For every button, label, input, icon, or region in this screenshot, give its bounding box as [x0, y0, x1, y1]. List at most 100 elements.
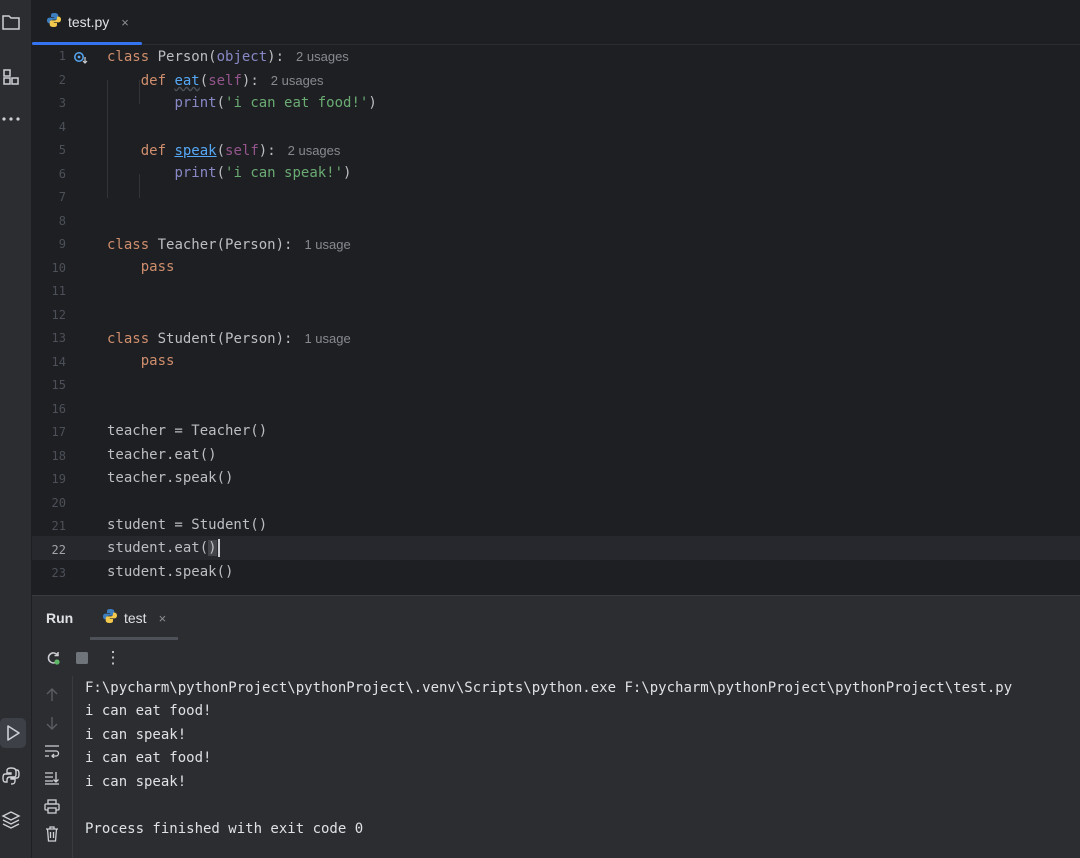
line-number: 8: [58, 214, 66, 228]
line-number: 4: [58, 120, 66, 134]
console-side-toolbar: [32, 676, 73, 858]
statement: student = Student(): [107, 517, 268, 533]
keyword: pass: [140, 259, 175, 275]
rerun-icon[interactable]: [44, 649, 62, 667]
text-caret: [217, 539, 220, 557]
function-name: eat: [174, 73, 200, 89]
line-number: 16: [51, 402, 66, 416]
line-number: 18: [51, 449, 66, 463]
editor-tab-test-py[interactable]: test.py ×: [32, 0, 142, 45]
code-line-23: student.speak(): [107, 561, 233, 584]
run-tool-window-header: Run test ×: [32, 595, 1080, 641]
punctuation: ):: [241, 73, 259, 89]
print-icon[interactable]: [43, 797, 61, 815]
console-command-line: F:\pycharm\pythonProject\pythonProject\.…: [85, 680, 1013, 696]
code-line-14: pass: [107, 350, 175, 373]
usages-hint[interactable]: 1 usage: [304, 331, 350, 346]
statement: teacher = Teacher(): [107, 423, 268, 439]
punctuation: ): [368, 95, 377, 111]
line-number: 14: [51, 355, 66, 369]
line-number: 22: [51, 543, 66, 557]
class-declaration: Student(Person):: [149, 331, 293, 347]
line-number: 6: [58, 167, 66, 181]
line-number: 23: [51, 566, 66, 580]
run-toolbar: ⋮: [32, 640, 1080, 676]
line-number: 5: [58, 143, 66, 157]
line-number: 9: [58, 237, 66, 251]
code-editor[interactable]: 1 2 3 4 5 6 7 8 9 10 11 12 13 14 15 16 1…: [32, 45, 1080, 594]
code-line-22: student.eat(): [107, 537, 220, 560]
punctuation: (: [216, 95, 226, 111]
keyword: pass: [140, 353, 175, 369]
layers-icon[interactable]: [0, 808, 22, 830]
code-line-18: teacher.eat(): [107, 444, 217, 467]
line-number: 13: [51, 331, 66, 345]
arrow-up-icon[interactable]: [43, 686, 61, 704]
structure-icon[interactable]: [0, 66, 22, 88]
statement: teacher.eat(): [107, 447, 217, 463]
usages-hint[interactable]: 2 usages: [271, 73, 324, 88]
usages-hint[interactable]: 2 usages: [296, 49, 349, 64]
code-line-9: class Teacher(Person): 1 usage: [107, 233, 351, 256]
keyword: class: [107, 331, 150, 347]
python-file-icon: [102, 608, 118, 629]
arrow-down-icon[interactable]: [43, 714, 61, 732]
line-number: 12: [51, 308, 66, 322]
more-icon[interactable]: [0, 108, 22, 130]
soft-wrap-icon[interactable]: [43, 742, 61, 760]
stop-icon[interactable]: [73, 649, 91, 667]
close-icon[interactable]: ×: [159, 611, 167, 626]
line-number: 11: [51, 284, 66, 298]
line-number: 2: [58, 73, 66, 87]
code-line-10: pass: [107, 256, 175, 279]
statement: student.eat(: [107, 540, 209, 556]
code-line-13: class Student(Person): 1 usage: [107, 327, 351, 350]
matched-bracket: ): [208, 540, 217, 556]
run-icon[interactable]: [0, 718, 26, 748]
line-number: 17: [51, 425, 66, 439]
line-number: 21: [51, 519, 66, 533]
trash-icon[interactable]: [43, 825, 61, 843]
keyword: def: [140, 73, 167, 89]
punctuation: (: [216, 143, 226, 159]
implementations-gutter-icon[interactable]: [73, 51, 89, 70]
code-line-5: def speak(self): 2 usages: [107, 139, 341, 162]
line-number: 7: [58, 190, 66, 204]
punctuation: ):: [258, 143, 276, 159]
builtin-function: print: [174, 95, 217, 111]
code-line-1: class Person(object): 2 usages: [107, 45, 349, 68]
more-options-icon[interactable]: ⋮: [105, 647, 122, 669]
scroll-to-end-icon[interactable]: [43, 769, 61, 787]
string-literal: 'i can eat food!': [225, 95, 369, 111]
code-line-21: student = Student(): [107, 514, 267, 537]
run-panel-title: Run: [46, 610, 74, 626]
builtin-function: print: [174, 165, 217, 181]
function-name: speak: [174, 143, 217, 159]
close-icon[interactable]: ×: [121, 15, 129, 30]
console-output[interactable]: F:\pycharm\pythonProject\pythonProject\.…: [73, 676, 1080, 858]
code-line-6: print('i can speak!'): [107, 162, 351, 185]
usages-hint[interactable]: 2 usages: [288, 143, 341, 158]
usages-hint[interactable]: 1 usage: [304, 237, 350, 252]
code-line-19: teacher.speak(): [107, 467, 233, 490]
line-number: 19: [51, 472, 66, 486]
punctuation: (: [216, 165, 226, 181]
editor-tab-bar: test.py ×: [32, 0, 1080, 45]
class-declaration: Teacher(Person):: [149, 237, 293, 253]
punctuation: ):: [267, 49, 285, 65]
punctuation: ): [343, 165, 352, 181]
console-output-line: i can eat food!: [85, 750, 212, 766]
activity-bar: [0, 0, 32, 858]
folder-icon[interactable]: [0, 11, 22, 33]
keyword: class: [107, 237, 150, 253]
line-number: 20: [51, 496, 66, 510]
python-console-icon[interactable]: [0, 765, 22, 787]
console-output-line: i can speak!: [85, 774, 187, 790]
run-tab-test[interactable]: test ×: [90, 596, 178, 640]
process-finished-message: Process finished with exit code 0: [85, 821, 364, 837]
editor-tab-label: test.py: [68, 14, 110, 30]
